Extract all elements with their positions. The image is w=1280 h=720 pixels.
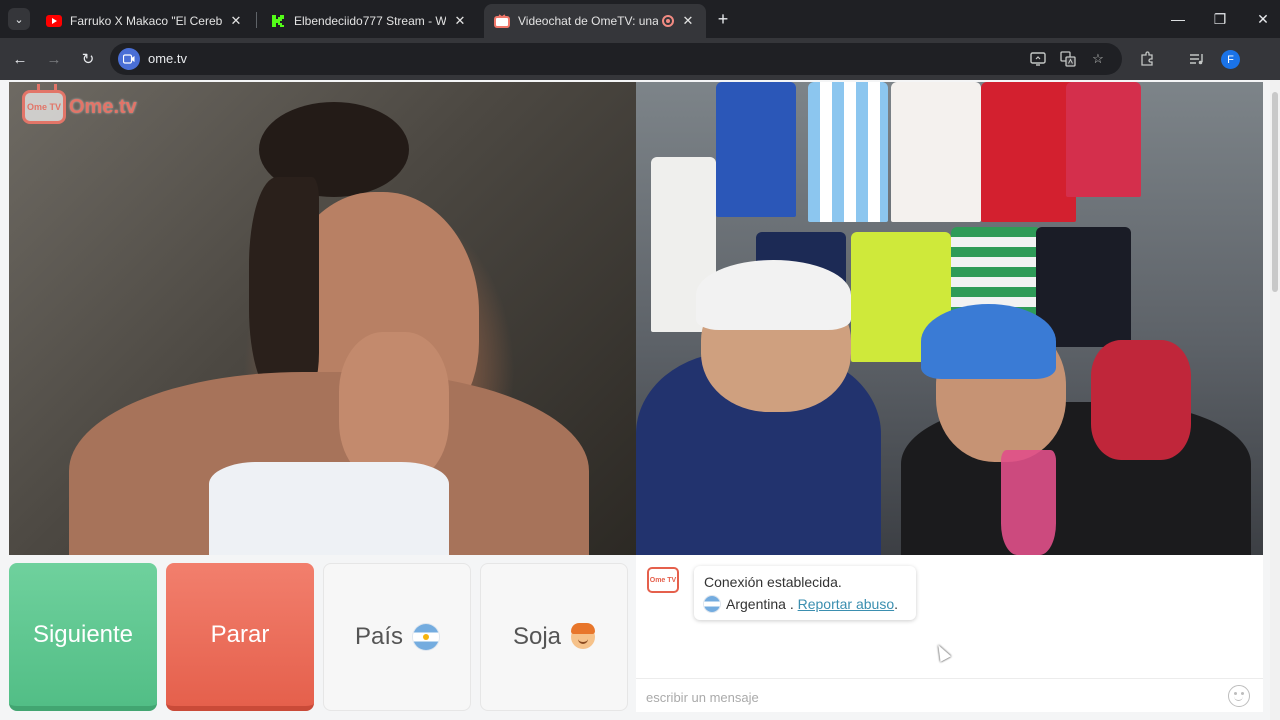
bookmark-star-icon[interactable]: ☆: [1088, 49, 1108, 69]
jersey: [808, 82, 888, 222]
close-icon[interactable]: ✕: [680, 13, 696, 29]
url-text[interactable]: ome.tv: [148, 51, 187, 66]
boy-emoji-icon: [571, 623, 596, 649]
report-abuse-link[interactable]: Reportar abuso: [798, 596, 895, 612]
gaming-chair: [1091, 340, 1191, 460]
profile-avatar[interactable]: F: [1221, 50, 1240, 69]
ometv-icon: [494, 13, 510, 29]
white-cap: [696, 260, 851, 330]
jersey: [981, 82, 1076, 222]
youtube-icon: [46, 13, 62, 29]
close-icon[interactable]: ✕: [452, 13, 468, 29]
stop-button[interactable]: Parar: [166, 563, 314, 711]
arrow-left-icon: ←: [12, 50, 28, 68]
chevron-down-icon: ⌄: [14, 13, 24, 26]
local-video: [9, 82, 636, 555]
tab-search-button[interactable]: ⌄: [8, 8, 30, 30]
window-close-button[interactable]: ✕: [1250, 6, 1276, 32]
reload-button[interactable]: ↻: [76, 47, 100, 71]
hand: [339, 332, 449, 482]
next-button-label: Siguiente: [32, 620, 134, 648]
cast-icon[interactable]: [1028, 49, 1048, 69]
gender-filter-button[interactable]: Soja: [480, 563, 628, 711]
tab-youtube[interactable]: Farruko X Makaco "El Cerebro" ✕: [36, 4, 254, 38]
blue-cap: [921, 304, 1056, 379]
drink-cup: [1001, 450, 1056, 555]
argentina-flag-icon: [413, 624, 440, 650]
country-button-label: País: [354, 623, 404, 650]
remote-video: [636, 82, 1263, 555]
close-icon[interactable]: ✕: [228, 13, 244, 29]
tab-kick[interactable]: Elbendeciido777 Stream - Watc ✕: [260, 4, 478, 38]
tab-title: Farruko X Makaco "El Cerebro": [70, 14, 222, 28]
argentina-flag-icon: [704, 596, 720, 612]
smiley-icon[interactable]: [1228, 685, 1250, 707]
kick-icon: [270, 13, 286, 29]
browser-toolbar: ← → ↻ ome.tv ☆ F: [0, 38, 1280, 80]
chat-input-bar: [636, 678, 1263, 712]
message-input[interactable]: [646, 687, 1216, 707]
reload-icon: ↻: [81, 51, 95, 68]
jersey: [716, 82, 796, 217]
gender-button-label: Soja: [512, 623, 562, 650]
system-avatar: Ome TV: [647, 567, 679, 593]
jersey: [1066, 82, 1141, 197]
tab-divider: [256, 12, 257, 28]
country-filter-button[interactable]: País: [323, 563, 471, 711]
media-control-icon[interactable]: [1186, 48, 1208, 70]
translate-icon[interactable]: [1058, 49, 1078, 69]
connection-status-text: Conexión establecida.: [704, 574, 842, 590]
recording-icon: [662, 15, 674, 27]
site-info-icon[interactable]: [118, 48, 140, 70]
extensions-icon[interactable]: [1136, 48, 1158, 70]
arrow-right-icon: →: [46, 50, 62, 68]
logo-badge: Ome TV: [22, 90, 66, 124]
top-garment: [209, 462, 449, 555]
forward-button[interactable]: →: [42, 47, 66, 71]
stop-button-label: Parar: [210, 620, 270, 648]
scrollbar-thumb[interactable]: [1272, 92, 1278, 292]
back-button[interactable]: ←: [8, 47, 32, 71]
tab-title: Elbendeciido777 Stream - Watc: [294, 14, 446, 28]
stranger-info: Argentina . Reportar abuso .: [704, 596, 906, 612]
maximize-button[interactable]: ❐: [1207, 6, 1233, 32]
report-suffix: .: [894, 596, 899, 612]
ometv-logo[interactable]: Ome TV Ome.tv: [22, 90, 137, 124]
hair: [249, 177, 319, 397]
minimize-button[interactable]: —: [1165, 6, 1191, 32]
info-separator: .: [785, 596, 798, 612]
address-bar[interactable]: ome.tv ☆: [110, 43, 1122, 75]
logo-text: Ome.tv: [69, 95, 137, 118]
tab-title: Videochat de OmeTV: una a: [518, 14, 658, 28]
page-scrollbar[interactable]: [1270, 80, 1280, 720]
tab-strip: ⌄ Farruko X Makaco "El Cerebro" ✕ Elbend…: [0, 0, 1280, 38]
new-tab-button[interactable]: +: [712, 8, 734, 30]
stranger-country: Argentina: [726, 596, 786, 612]
jersey: [891, 82, 981, 222]
system-message: Conexión establecida. Argentina . Report…: [694, 566, 916, 620]
tab-ometv[interactable]: Videochat de OmeTV: una a ✕: [484, 4, 706, 38]
next-button[interactable]: Siguiente: [9, 563, 157, 711]
